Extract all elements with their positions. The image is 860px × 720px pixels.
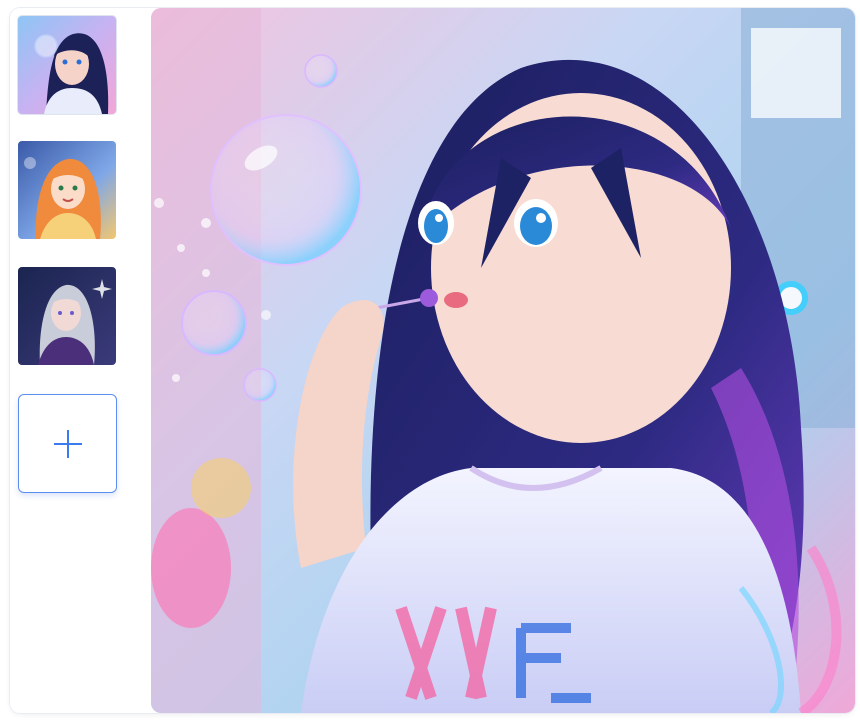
thumbnail-item-2[interactable]: [18, 141, 116, 239]
image-thumbnail-orange-hair-girl-icon: [18, 141, 116, 239]
image-preview: [151, 8, 855, 713]
thumbnail-sidebar: [10, 8, 150, 713]
anime-girl-blowing-bubble-image-icon: [151, 8, 855, 713]
image-thumbnail-bubble-girl-icon: [18, 16, 116, 114]
image-thumbnail-silver-hair-girl-icon: [18, 267, 116, 365]
plus-icon: [53, 429, 82, 458]
image-gallery-panel: [10, 8, 855, 713]
thumbnail-item-3[interactable]: [18, 267, 116, 365]
thumbnail-item-1[interactable]: [18, 16, 116, 114]
add-image-button[interactable]: [18, 394, 117, 493]
